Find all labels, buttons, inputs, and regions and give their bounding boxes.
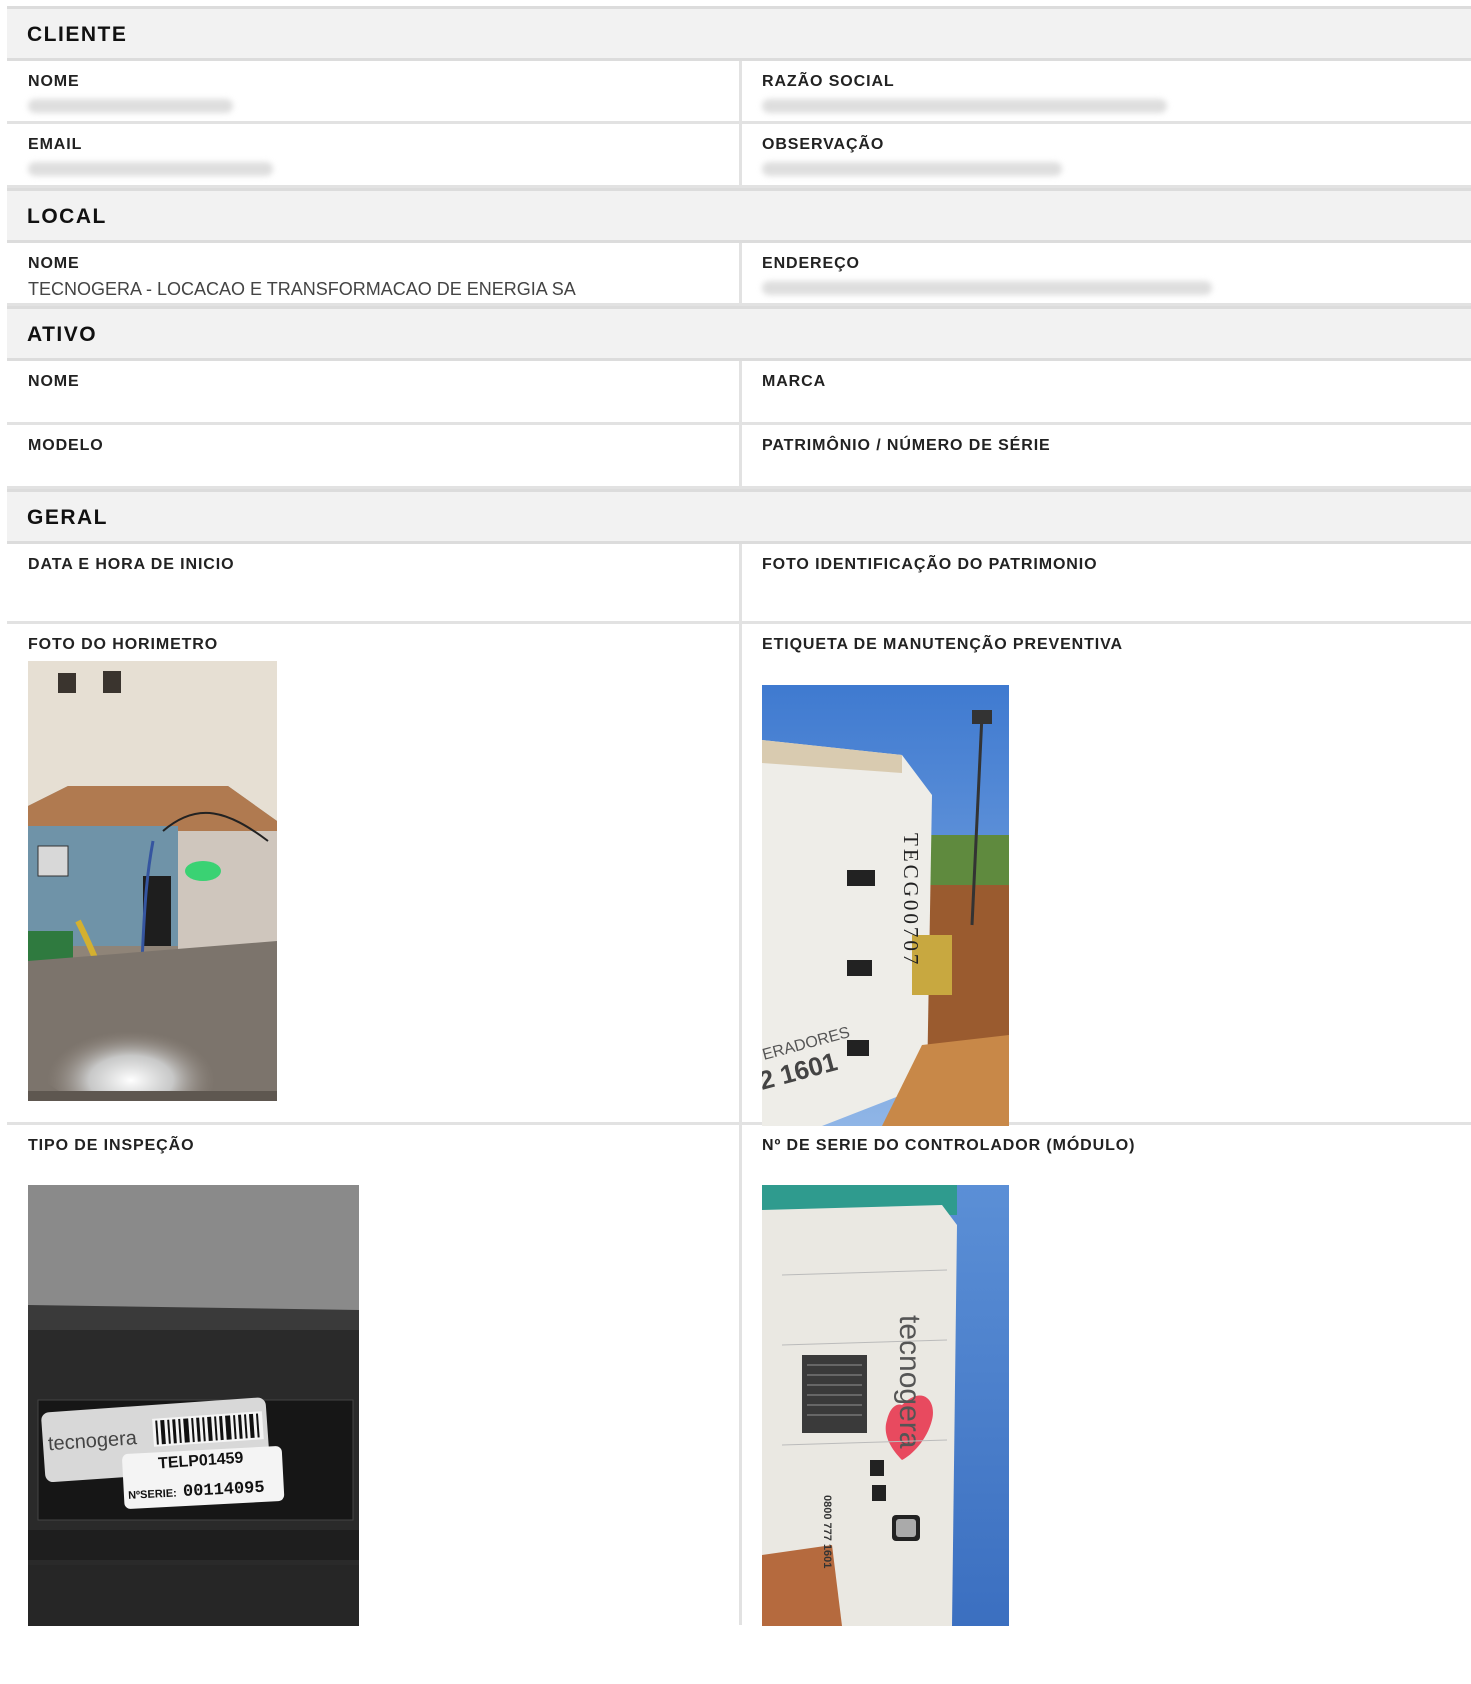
section-title: GERAL [27, 506, 108, 529]
section-ativo-header: ATIVO [7, 306, 1471, 361]
field-foto-identificacao: FOTO IDENTIFICAÇÃO DO PATRIMONIO [742, 544, 1471, 621]
section-title: LOCAL [27, 205, 107, 228]
field-razao-social: RAZÃO SOCIAL [742, 61, 1471, 121]
field-label: FOTO IDENTIFICAÇÃO DO PATRIMONIO [762, 556, 1098, 573]
field-label: ETIQUETA DE MANUTENÇÃO PREVENTIVA [762, 636, 1123, 653]
field-label: NOME [28, 255, 80, 272]
field-patrimonio: PATRIMÔNIO / NÚMERO DE SÉRIE [742, 425, 1471, 486]
field-tipo-inspecao: TIPO DE INSPEÇÃO tecnogera TELP01459 NºS… [7, 1125, 742, 1626]
field-label: ENDEREÇO [762, 255, 860, 272]
serie-controlador-photo[interactable]: tecnogera 0800 777 1601 [762, 1185, 1009, 1626]
field-label: FOTO DO HORIMETRO [28, 636, 219, 653]
field-serie-controlador: Nº DE SERIE DO CONTROLADOR (MÓDULO) tecn… [742, 1125, 1471, 1626]
row-cliente-2: EMAIL OBSERVAÇÃO [7, 124, 1471, 188]
section-geral-header: GERAL [7, 489, 1471, 544]
row-ativo-1: NOME MARCA [7, 361, 1471, 425]
row-geral-1: DATA E HORA DE INICIO FOTO IDENTIFICAÇÃO… [7, 544, 1471, 624]
field-endereco: ENDEREÇO [742, 243, 1471, 303]
field-label: MARCA [762, 373, 827, 390]
tipo-inspecao-photo[interactable]: tecnogera TELP01459 NºSERIE: 00114095 [28, 1185, 359, 1626]
field-label: TIPO DE INSPEÇÃO [28, 1137, 195, 1154]
field-modelo: MODELO [7, 425, 742, 486]
redacted-value [28, 162, 273, 176]
field-label: EMAIL [28, 136, 83, 153]
field-label: Nº DE SERIE DO CONTROLADOR (MÓDULO) [762, 1137, 1136, 1154]
field-label: OBSERVAÇÃO [762, 136, 885, 153]
field-local-nome: NOME TECNOGERA - LOCACAO E TRANSFORMACAO… [7, 243, 742, 303]
field-foto-horimetro: FOTO DO HORIMETRO [7, 624, 742, 1122]
field-label: DATA E HORA DE INICIO [28, 556, 235, 573]
field-label: NOME [28, 373, 80, 390]
row-local-1: NOME TECNOGERA - LOCACAO E TRANSFORMACAO… [7, 243, 1471, 306]
serie-photo-brand-text: tecnogera [893, 1315, 926, 1449]
field-ativo-nome: NOME [7, 361, 742, 422]
field-email: EMAIL [7, 124, 742, 185]
horimetro-photo[interactable] [28, 661, 277, 1101]
field-etiqueta-preventiva: ETIQUETA DE MANUTENÇÃO PREVENTIVA TECG00… [742, 624, 1471, 1126]
redacted-value [28, 99, 233, 113]
field-label: RAZÃO SOCIAL [762, 73, 895, 90]
etiqueta-photo[interactable]: TECG00707 ERADORES 2 1601 [762, 685, 1009, 1126]
redacted-value [762, 99, 1167, 113]
field-label: NOME [28, 73, 80, 90]
section-cliente-header: CLIENTE [7, 6, 1471, 61]
field-observacao: OBSERVAÇÃO [742, 124, 1471, 185]
field-marca: MARCA [742, 361, 1471, 422]
row-cliente-1: NOME RAZÃO SOCIAL [7, 61, 1471, 124]
field-cliente-nome: NOME [7, 61, 742, 121]
row-geral-2: FOTO DO HORIMETRO ETIQUETA DE MANUTENÇÃO… [7, 624, 1471, 1126]
tipo-photo-serie-prefix: NºSERIE: [128, 1487, 177, 1502]
section-local-header: LOCAL [7, 188, 1471, 243]
redacted-value [762, 281, 1212, 295]
section-title: CLIENTE [27, 23, 128, 46]
serie-photo-phone-text: 0800 777 1601 [821, 1495, 833, 1568]
section-title: ATIVO [27, 323, 98, 346]
row-ativo-2: MODELO PATRIMÔNIO / NÚMERO DE SÉRIE [7, 425, 1471, 489]
redacted-value [762, 162, 1062, 176]
etiqueta-photo-vertical-text: TECG00707 [899, 833, 923, 967]
field-value: TECNOGERA - LOCACAO E TRANSFORMACAO DE E… [28, 279, 576, 299]
field-label: MODELO [28, 437, 104, 454]
field-data-hora-inicio: DATA E HORA DE INICIO [7, 544, 742, 621]
inspection-report: CLIENTE NOME RAZÃO SOCIAL EMAIL OBSERVAÇ… [7, 6, 1471, 1626]
field-label: PATRIMÔNIO / NÚMERO DE SÉRIE [762, 437, 1051, 454]
row-geral-3: TIPO DE INSPEÇÃO tecnogera TELP01459 NºS… [7, 1125, 1471, 1626]
